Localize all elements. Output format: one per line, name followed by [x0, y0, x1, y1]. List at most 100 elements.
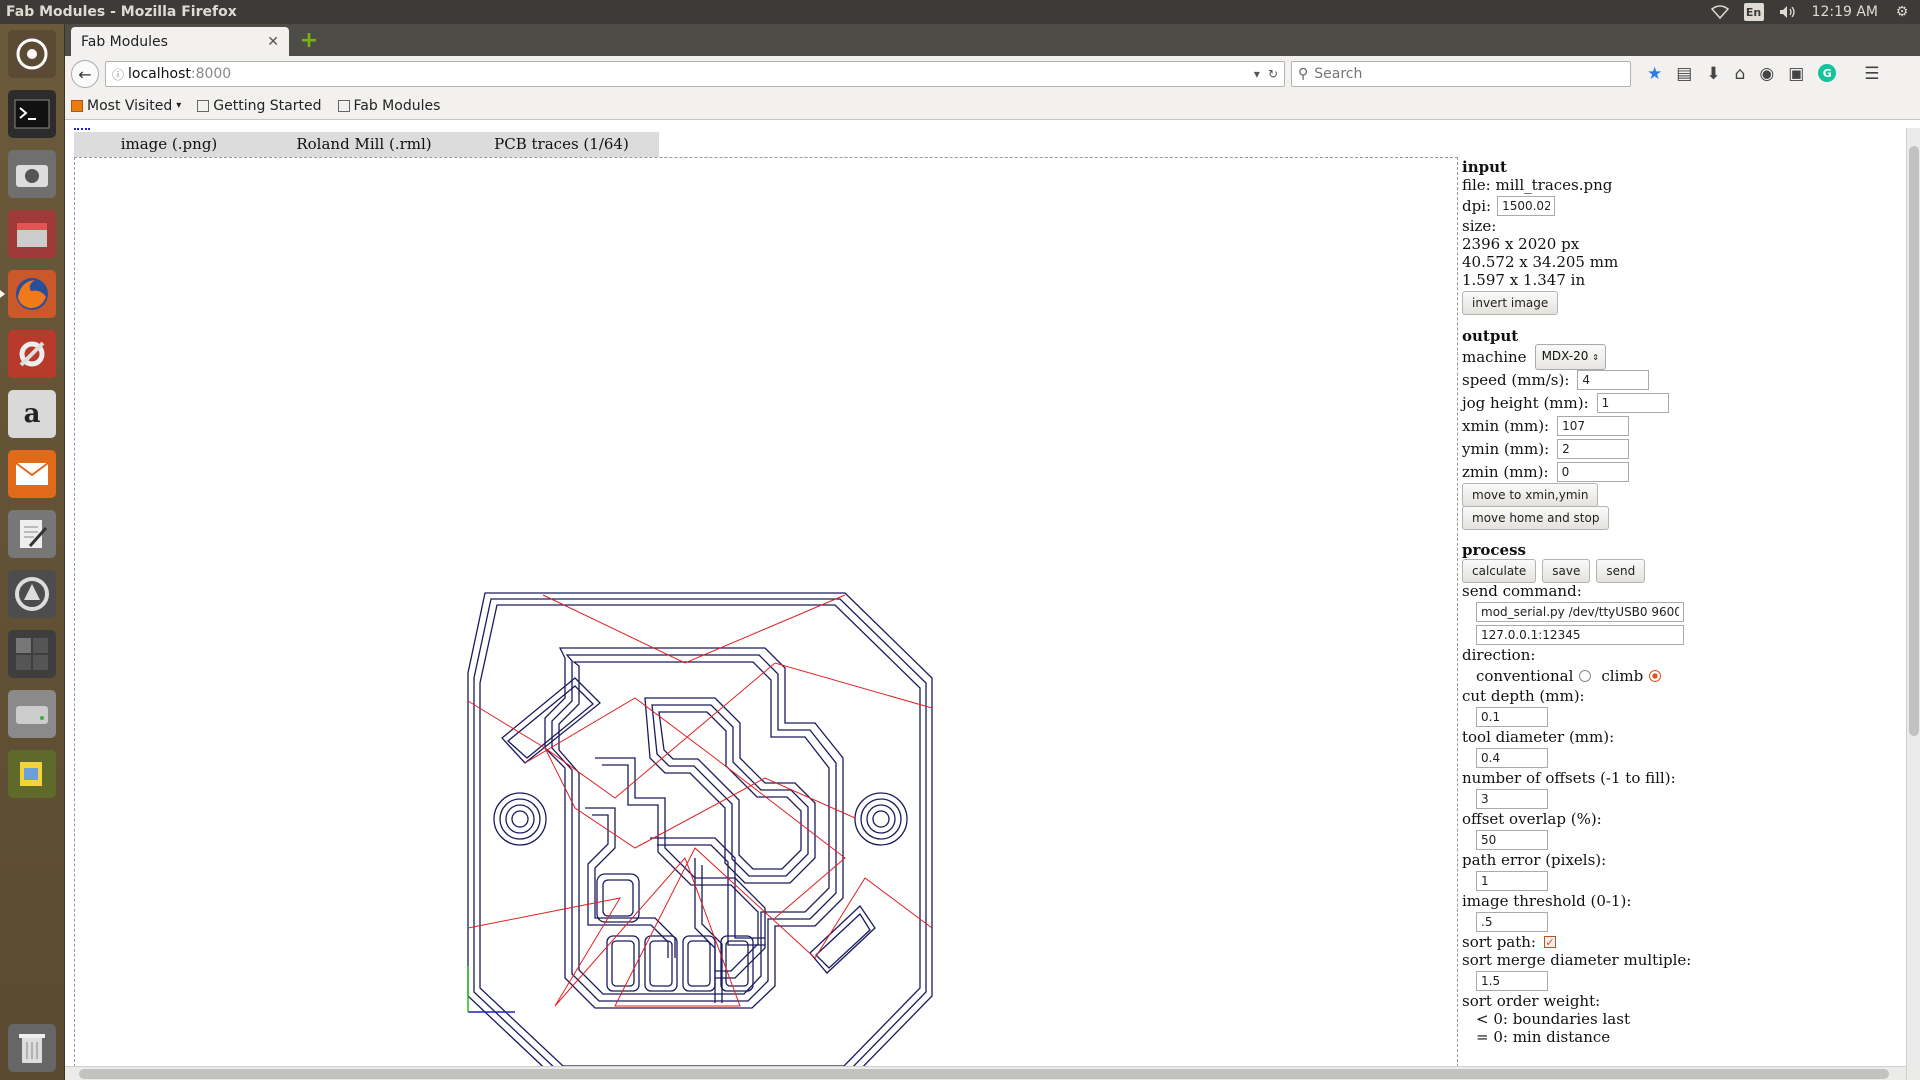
- sort-path-checkbox[interactable]: ✓: [1543, 936, 1556, 948]
- horizontal-scrollbar[interactable]: [65, 1066, 1906, 1080]
- notes-icon[interactable]: [8, 750, 56, 798]
- dpi-input[interactable]: [1497, 195, 1556, 216]
- url-host: localhost: [128, 66, 191, 82]
- text-editor-icon[interactable]: [8, 510, 56, 558]
- grammarly-icon[interactable]: G: [1818, 64, 1837, 82]
- workspaces-icon[interactable]: [8, 630, 56, 678]
- download-icon[interactable]: ⬇: [1706, 64, 1720, 84]
- launcher: a: [0, 24, 65, 1080]
- move-to-xmin-ymin-button[interactable]: move to xmin,ymin: [1462, 482, 1599, 507]
- dpi-label: dpi:: [1462, 196, 1492, 215]
- move-home-and-stop-button[interactable]: move home and stop: [1462, 505, 1610, 530]
- merge-input[interactable]: [1476, 970, 1548, 991]
- reload-icon[interactable]: ↻: [1268, 67, 1278, 81]
- machine-label: machine: [1462, 347, 1527, 366]
- invert-image-button[interactable]: invert image: [1462, 291, 1559, 315]
- system-tray: En 12:19 AM ⚙: [1710, 3, 1912, 21]
- merge-label: sort merge diameter multiple:: [1462, 951, 1692, 969]
- send-command-input[interactable]: [1476, 601, 1684, 622]
- hole-right-4: [854, 792, 908, 846]
- url-dropdown-icon[interactable]: ▾: [1254, 67, 1260, 81]
- tab-title: Fab Modules: [81, 33, 168, 50]
- tab-roland-mill-module[interactable]: Roland Mill (.rml): [264, 132, 464, 158]
- clock[interactable]: 12:19 AM: [1812, 4, 1878, 20]
- reading-list-icon[interactable]: ▤: [1676, 64, 1692, 84]
- gear-icon[interactable]: ⚙: [1892, 3, 1912, 21]
- save-button[interactable]: save: [1542, 558, 1591, 583]
- size-label: size:: [1462, 217, 1497, 235]
- dash-icon[interactable]: [8, 30, 56, 78]
- settings-icon[interactable]: [8, 330, 56, 378]
- calculate-button[interactable]: calculate: [1462, 558, 1537, 583]
- trash-icon[interactable]: [8, 1024, 56, 1072]
- youtube-icon[interactable]: ▣: [1788, 64, 1804, 84]
- horizontal-scroll-thumb[interactable]: [79, 1069, 1889, 1079]
- url-port: :8000: [190, 66, 232, 82]
- module-tabs: image (.png) Roland Mill (.rml) PCB trac…: [74, 132, 659, 158]
- control-panel: input file: mill_traces.png dpi: size: 2…: [1462, 156, 1902, 1046]
- mail-icon[interactable]: [8, 450, 56, 498]
- path-error-label: path error (pixels):: [1462, 851, 1607, 869]
- camera-icon[interactable]: [8, 150, 56, 198]
- ymin-input[interactable]: [1557, 438, 1630, 459]
- software-updater-icon[interactable]: [8, 570, 56, 618]
- tool-diameter-input[interactable]: [1476, 747, 1548, 768]
- offsets-input[interactable]: [1476, 788, 1548, 809]
- terminal-icon[interactable]: [8, 90, 56, 138]
- direction-label: direction:: [1462, 646, 1536, 664]
- send-button[interactable]: send: [1596, 558, 1646, 583]
- sort-path-label: sort path:: [1462, 933, 1536, 951]
- menu-icon[interactable]: ☰: [1864, 64, 1879, 84]
- chevron-down-icon: ▾: [176, 100, 182, 111]
- server-input[interactable]: [1476, 624, 1684, 645]
- tab-strip: Fab Modules ✕ +: [65, 24, 1920, 56]
- bookmark-fab-modules[interactable]: Fab Modules: [337, 98, 440, 114]
- volume-icon[interactable]: [1778, 3, 1798, 21]
- zmin-label: zmin (mm):: [1462, 462, 1549, 481]
- climb-radio[interactable]: [1649, 669, 1662, 682]
- new-tab-icon[interactable]: +: [297, 28, 321, 53]
- threshold-input[interactable]: [1476, 911, 1548, 932]
- chat-icon[interactable]: ◉: [1759, 64, 1774, 84]
- conventional-radio[interactable]: [1579, 669, 1592, 682]
- machine-select[interactable]: MDX-20 ⇕: [1534, 343, 1606, 370]
- site-info-icon[interactable]: ⓘ: [112, 66, 124, 83]
- xmin-input[interactable]: [1557, 415, 1630, 436]
- threshold-label: image threshold (0-1):: [1462, 892, 1632, 910]
- tab-image-module[interactable]: image (.png): [74, 132, 264, 158]
- tab-fab-modules[interactable]: Fab Modules ✕: [71, 27, 289, 56]
- path-error-input[interactable]: [1476, 870, 1548, 891]
- hole-left-2: [505, 804, 535, 834]
- pad-3: [687, 940, 711, 987]
- keyboard-layout-indicator[interactable]: En: [1743, 3, 1764, 21]
- back-arrow-icon[interactable]: ←: [71, 60, 99, 88]
- search-bar[interactable]: ⚲: [1291, 61, 1631, 87]
- toolpath-view[interactable]: [74, 157, 1458, 1078]
- wifi-icon[interactable]: [1710, 3, 1730, 21]
- vertical-scroll-thumb[interactable]: [1909, 146, 1919, 736]
- files-icon[interactable]: [8, 210, 56, 258]
- cut-depth-input[interactable]: [1476, 706, 1548, 727]
- climb-label: climb: [1601, 666, 1644, 685]
- file-name: file: mill_traces.png: [1462, 176, 1613, 194]
- vertical-scrollbar[interactable]: [1906, 128, 1920, 1080]
- url-bar[interactable]: ⓘ localhost:8000 ▾ ↻: [105, 61, 1285, 87]
- trace-region-1: [544, 647, 844, 1009]
- disk-icon[interactable]: [8, 690, 56, 738]
- close-tab-icon[interactable]: ✕: [267, 34, 279, 50]
- home-icon[interactable]: ⌂: [1735, 64, 1746, 84]
- zmin-input[interactable]: [1556, 461, 1629, 482]
- firefox-icon[interactable]: [0, 270, 56, 318]
- bookmark-getting-started[interactable]: Getting Started: [197, 98, 322, 114]
- bookmark-star-icon[interactable]: ★: [1647, 64, 1662, 84]
- search-input[interactable]: [1314, 66, 1615, 82]
- most-visited-icon: [71, 99, 83, 112]
- overlap-input[interactable]: [1476, 829, 1548, 850]
- bookmark-most-visited[interactable]: Most Visited ▾: [71, 98, 181, 114]
- trace-k: [701, 865, 723, 1003]
- amazon-icon[interactable]: a: [8, 390, 56, 438]
- jog-height-input[interactable]: [1596, 392, 1669, 413]
- speed-input[interactable]: [1577, 369, 1650, 390]
- top-panel: Fab Modules - Mozilla Firefox En 12:19 A…: [0, 0, 1920, 24]
- tab-pcb-traces-module[interactable]: PCB traces (1/64): [464, 132, 659, 158]
